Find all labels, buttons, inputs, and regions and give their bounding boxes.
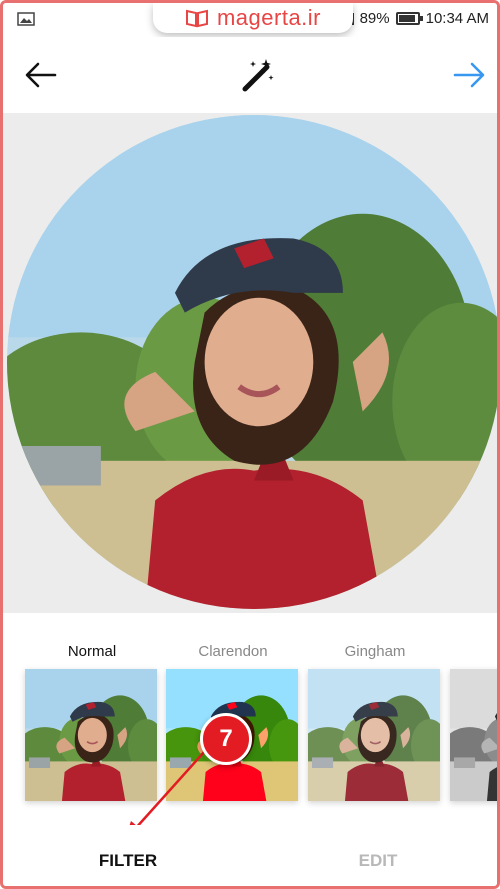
book-logo-icon	[185, 9, 208, 28]
filter-thumbnail[interactable]	[308, 669, 440, 801]
battery-percent: 89%	[359, 10, 390, 27]
battery-fill	[398, 15, 415, 22]
filter-strip: Normal Clarendon Gingham	[3, 613, 497, 825]
filter-thumbnail[interactable]	[450, 669, 500, 801]
tab-edit[interactable]: EDIT	[293, 851, 463, 871]
battery-icon	[395, 12, 423, 25]
status-right: 89% 10:34 AM	[342, 10, 489, 27]
watermark: magerta.ir	[153, 3, 353, 33]
screen-frame: 89% 10:34 AM magerta.ir Normal Clarendon…	[0, 0, 500, 889]
gallery-icon	[17, 12, 35, 26]
filter-label: Normal	[67, 643, 117, 660]
status-time: 10:34 AM	[425, 10, 489, 27]
bottom-tab-bar: FILTER EDIT	[3, 825, 497, 886]
arrow-right-icon[interactable]	[451, 59, 487, 91]
filter-label: Gingham	[344, 643, 406, 660]
photo-preview-area	[3, 113, 497, 613]
profile-photo-preview[interactable]	[7, 115, 500, 609]
magic-wand-icon[interactable]	[237, 55, 277, 95]
step-number-badge: 7	[200, 713, 252, 765]
top-toolbar	[3, 37, 497, 113]
arrow-left-icon[interactable]	[23, 59, 59, 91]
tab-filter[interactable]: FILTER	[43, 851, 213, 871]
watermark-text: magerta.ir	[216, 5, 322, 30]
filter-label: Clarendon	[198, 643, 268, 660]
